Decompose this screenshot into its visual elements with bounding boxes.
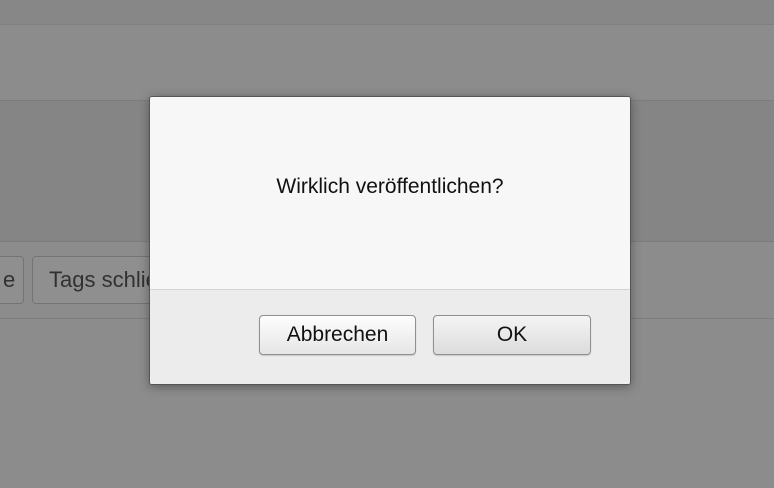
dialog-message: Wirklich veröffentlichen? (276, 175, 504, 198)
dialog-body: Wirklich veröffentlichen? (150, 97, 630, 289)
confirm-dialog: Wirklich veröffentlichen? Abbrechen OK (149, 96, 631, 385)
dialog-footer: Abbrechen OK (150, 289, 630, 384)
cancel-button[interactable]: Abbrechen (259, 315, 416, 355)
ok-button[interactable]: OK (433, 315, 591, 355)
